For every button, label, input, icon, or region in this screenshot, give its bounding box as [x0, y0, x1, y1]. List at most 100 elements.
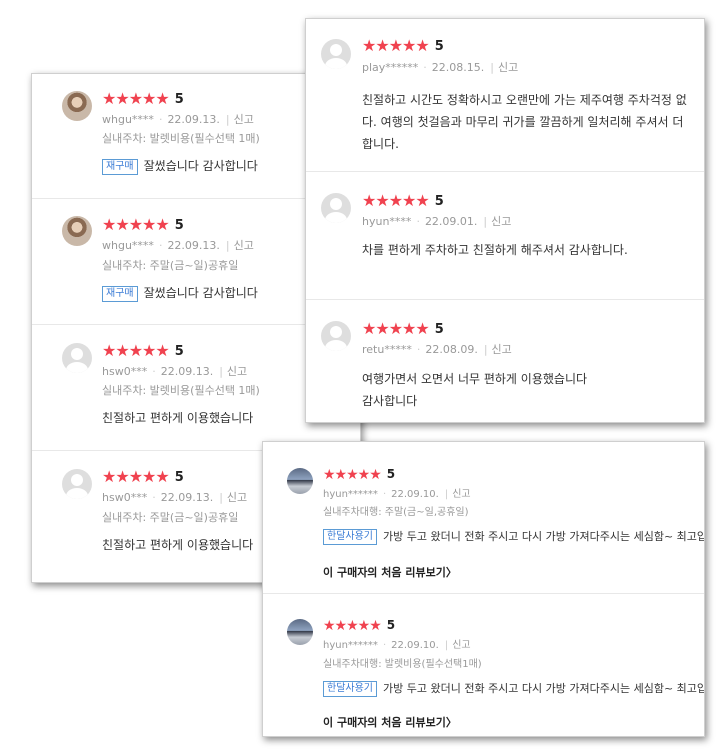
reviewer-id: hyun****** [323, 489, 378, 500]
rating-score: 5 [434, 194, 444, 209]
rating-score: 5 [386, 467, 396, 481]
review-card-top: ★★★★★ 5 play****** · 22.08.15. | 신고 친절하고 시간도 … [305, 18, 705, 423]
star-icon: ★★★★★ [102, 341, 170, 360]
review-text: 가방 두고 왔더니 전화 주시고 다시 가방 가져다주시는 세심함~ 최고입 [383, 682, 705, 695]
review-text-line: 다. 여행의 첫걸음과 마무리 귀가를 깔끔하게 일처리해 주셔서 더 [362, 115, 684, 129]
review-meta: hyun**** · 22.09.01. | 신고 [362, 215, 512, 228]
review-text: 차를 편하게 주차하고 친절하게 해주셔서 감사합니다. [362, 239, 628, 261]
avatar [321, 193, 351, 223]
star-icon: ★★★★★ [323, 467, 382, 483]
rating-score: 5 [174, 470, 184, 485]
rating-score: 5 [174, 92, 184, 107]
review-text: 가방 두고 왔더니 전화 주시고 다시 가방 가져다주시는 세심함~ 최고입 [383, 530, 705, 543]
star-icon: ★★★★★ [362, 319, 430, 338]
star-icon: ★★★★★ [102, 215, 170, 234]
review-meta: hyun****** · 22.09.10. | 신고 [323, 489, 471, 500]
star-icon: ★★★★★ [102, 467, 170, 486]
report-link[interactable]: 신고 [452, 489, 470, 500]
star-rating: ★★★★★ 5 [362, 38, 444, 54]
review-text-row: 한달사용기 가방 두고 왔더니 전화 주시고 다시 가방 가져다주시는 세심함~ … [323, 526, 705, 548]
review-date: 22.09.13. [160, 365, 214, 378]
rating-score: 5 [174, 218, 184, 233]
repurchase-badge: 재구매 [102, 286, 138, 302]
review-meta: retu***** · 22.08.09. | 신고 [362, 343, 512, 356]
purchase-option: 실내주차대행: 발렛비용(필수선택1매) [323, 659, 482, 670]
review-date: 22.09.10. [391, 489, 439, 500]
first-review-link[interactable]: 이 구매자의 처음 리뷰보기〉 [323, 714, 457, 730]
rating-score: 5 [434, 39, 444, 54]
star-icon: ★★★★★ [323, 618, 382, 634]
monthly-use-badge: 한달사용기 [323, 681, 377, 697]
review-card-bottom: ★★★★★ 5 hyun****** · 22.09.10. | 신고 실내주차대행: 주… [262, 441, 705, 737]
avatar [321, 321, 351, 351]
review-date: 22.09.13. [160, 491, 214, 504]
star-rating: ★★★★★ 5 [323, 466, 395, 482]
review-item: ★★★★★ 5 hyun****** · 22.09.10. | 신고 실내주차대행: 발… [263, 593, 704, 736]
review-meta: hyun****** · 22.09.10. | 신고 [323, 640, 471, 651]
review-date: 22.08.09. [425, 343, 478, 356]
reviewer-id: play****** [362, 61, 419, 74]
review-meta: hsw0*** · 22.09.13. | 신고 [102, 491, 248, 504]
review-text-row: 재구매 잘썼습니다 감사합니다 [102, 155, 258, 177]
review-text: 친절하고 시간도 정확하시고 오랜만에 가는 제주여행 주차걱정 없 다. 여행… [362, 89, 687, 155]
purchase-option: 실내주차: 발렛비용(필수선택 1매) [102, 132, 260, 145]
report-link[interactable]: 신고 [234, 113, 254, 126]
review-meta: hsw0*** · 22.09.13. | 신고 [102, 365, 248, 378]
review-date: 22.08.15. [431, 61, 485, 74]
purchase-option: 실내주차대행: 주말(금~일,공휴일) [323, 507, 469, 518]
star-rating: ★★★★★ 5 [102, 469, 184, 485]
first-review-label: 이 구매자의 처음 리뷰보기 [323, 716, 446, 729]
review-text-row: 한달사용기 가방 두고 왔더니 전화 주시고 다시 가방 가져다주시는 세심함~ … [323, 678, 705, 700]
reviewer-id: hyun****** [323, 640, 378, 651]
report-link[interactable]: 신고 [227, 365, 247, 378]
first-review-label: 이 구매자의 처음 리뷰보기 [323, 566, 446, 579]
star-rating: ★★★★★ 5 [362, 193, 444, 209]
purchase-option: 실내주차: 주말(금~일)공휴일 [102, 511, 239, 524]
review-meta: play****** · 22.08.15. | 신고 [362, 61, 519, 74]
avatar [62, 469, 92, 499]
star-rating: ★★★★★ 5 [362, 321, 444, 337]
star-rating: ★★★★★ 5 [102, 91, 184, 107]
star-icon: ★★★★★ [362, 36, 430, 55]
star-rating: ★★★★★ 5 [323, 617, 395, 633]
review-text-line: 합니다. [362, 137, 399, 151]
review-text-line: 여행가면서 오면서 너무 편하게 이용했습니다 [362, 372, 588, 386]
report-link[interactable]: 신고 [452, 640, 470, 651]
review-date: 22.09.13. [167, 239, 220, 252]
review-item: ★★★★★ 5 hyun****** · 22.09.10. | 신고 실내주차대행: 주… [263, 442, 704, 594]
reviewer-id: whgu**** [102, 239, 154, 252]
review-item: ★★★★★ 5 hyun**** · 22.09.01. | 신고 차를 편하게 주차하고… [306, 171, 704, 300]
review-text-line: 차를 편하게 주차하고 친절하게 해주셔서 감사합니다. [362, 243, 628, 257]
purchase-option: 실내주차: 주말(금~일)공휴일 [102, 259, 239, 272]
review-text: 친절하고 편하게 이용했습니다 [102, 411, 254, 425]
review-date: 22.09.01. [424, 215, 478, 228]
review-text: 여행가면서 오면서 너무 편하게 이용했습니다 감사합니다 [362, 368, 587, 412]
avatar [287, 468, 313, 494]
reviewer-id: retu***** [362, 343, 412, 356]
purchase-option: 실내주차: 발렛비용(필수선택 1매) [102, 384, 260, 397]
reviewer-id: whgu**** [102, 113, 154, 126]
repurchase-badge: 재구매 [102, 159, 138, 175]
report-link[interactable]: 신고 [498, 61, 518, 74]
review-text: 잘썼습니다 감사합니다 [143, 159, 258, 173]
rating-score: 5 [434, 322, 444, 337]
report-link[interactable]: 신고 [227, 491, 247, 504]
avatar [62, 343, 92, 373]
first-review-link[interactable]: 이 구매자의 처음 리뷰보기〉 [323, 564, 457, 580]
review-item: ★★★★★ 5 retu***** · 22.08.09. | 신고 여행가면서 오면서 … [306, 299, 704, 422]
review-date: 22.09.10. [391, 640, 439, 651]
review-text-line: 친절하고 시간도 정확하시고 오랜만에 가는 제주여행 주차걱정 없 [362, 93, 687, 107]
report-link[interactable]: 신고 [491, 215, 511, 228]
report-link[interactable]: 신고 [492, 343, 512, 356]
reviewer-id: hyun**** [362, 215, 412, 228]
reviewer-id: hsw0*** [102, 491, 148, 504]
review-text: 잘썼습니다 감사합니다 [143, 286, 258, 300]
avatar [62, 216, 92, 246]
review-date: 22.09.13. [167, 113, 220, 126]
star-rating: ★★★★★ 5 [102, 217, 184, 233]
avatar [321, 39, 351, 69]
review-meta: whgu**** · 22.09.13. | 신고 [102, 239, 254, 252]
review-text: 친절하고 편하게 이용했습니다 [102, 538, 254, 552]
review-item: ★★★★★ 5 play****** · 22.08.15. | 신고 친절하고 시간도 … [306, 19, 704, 172]
report-link[interactable]: 신고 [234, 239, 254, 252]
